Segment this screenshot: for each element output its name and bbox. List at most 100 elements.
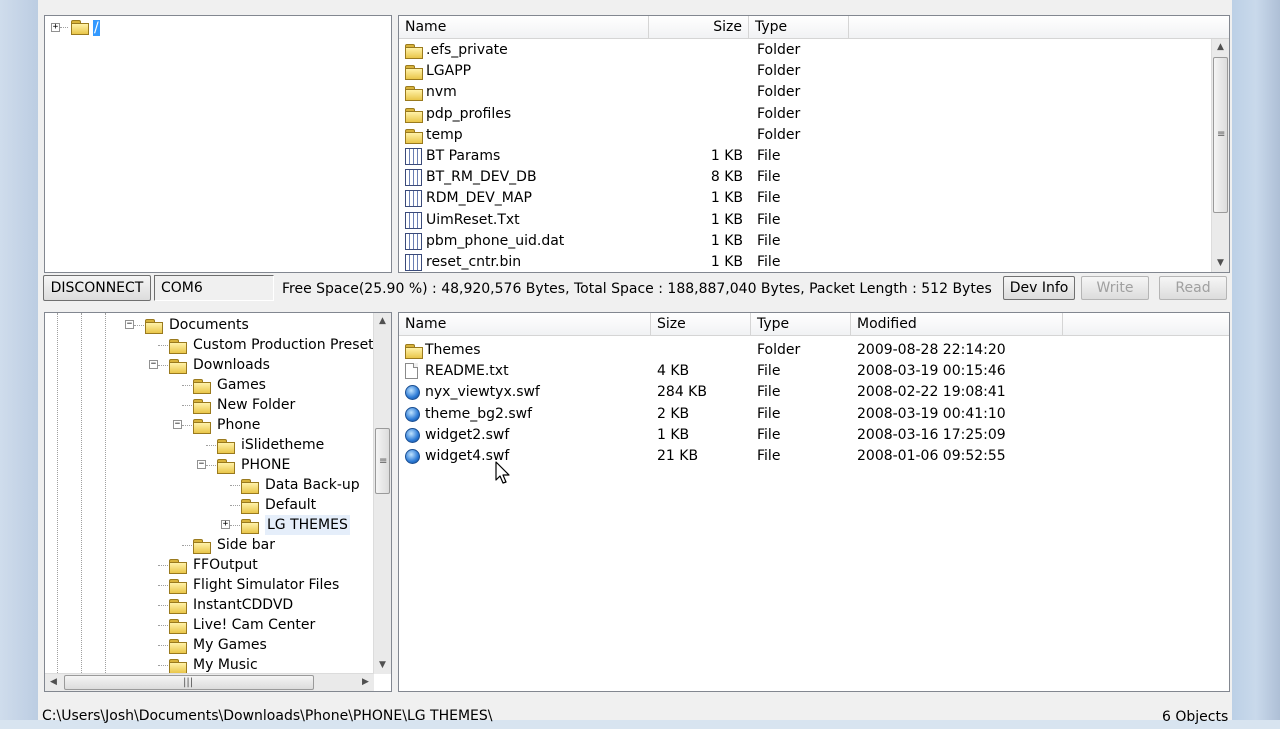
- device-file-list[interactable]: Name Size Type .efs_private Folder LGAPP Fo…: [398, 15, 1230, 273]
- list-item[interactable]: LGAPP Folder: [399, 61, 1209, 82]
- list-item[interactable]: temp Folder: [399, 125, 1209, 146]
- tree-node[interactable]: + LG THEMES: [221, 515, 391, 535]
- scroll-thumb[interactable]: |||: [64, 675, 314, 690]
- tree-node[interactable]: My Games: [149, 635, 391, 655]
- folder-icon: [169, 359, 187, 374]
- list-item[interactable]: UimReset.Txt 1 KB File: [399, 210, 1209, 231]
- collapse-minus-icon[interactable]: −: [125, 320, 134, 329]
- list-item[interactable]: pdp_profiles Folder: [399, 104, 1209, 125]
- folder-icon: [405, 86, 423, 102]
- disconnect-button[interactable]: DISCONNECT: [43, 275, 151, 301]
- file-name: Themes: [425, 342, 481, 358]
- swf-file-icon: [405, 385, 420, 401]
- pc-file-list[interactable]: Name Size Type Modified Themes Folder 2009…: [398, 312, 1230, 692]
- file-type: Folder: [757, 126, 801, 143]
- column-header-modified[interactable]: Modified: [851, 313, 1063, 335]
- list-item[interactable]: README.txt 4 KB File 2008-03-19 00:15:46: [399, 361, 1219, 382]
- device-root-node[interactable]: /: [93, 18, 100, 38]
- list-item[interactable]: RDM_DEV_MAP 1 KB File: [399, 188, 1209, 209]
- tree-node-label: InstantCDDVD: [193, 597, 294, 613]
- file-type: File: [757, 211, 781, 228]
- list-item[interactable]: .efs_private Folder: [399, 40, 1209, 61]
- column-header-size[interactable]: Size: [649, 16, 749, 38]
- folder-icon: [169, 559, 187, 574]
- pc-folder-tree[interactable]: − Documents Custom Production Preset − Downl…: [44, 312, 392, 692]
- file-type: File: [757, 426, 781, 443]
- tree-node[interactable]: Data Back-up: [221, 475, 391, 495]
- dev-info-button[interactable]: Dev Info: [1003, 276, 1075, 300]
- file-type: File: [757, 384, 781, 401]
- scroll-right-arrow-icon[interactable]: ▶: [357, 674, 374, 691]
- list-item[interactable]: nvm Folder: [399, 82, 1209, 103]
- scroll-down-arrow-icon[interactable]: ▼: [374, 657, 391, 674]
- folder-icon: [405, 344, 423, 359]
- list-item[interactable]: pbm_phone_uid.dat 1 KB File: [399, 231, 1209, 252]
- folder-icon: [169, 579, 187, 594]
- tree-node-label: Games: [217, 377, 266, 393]
- tree-node[interactable]: − Phone: [173, 415, 391, 435]
- swf-file-icon: [405, 449, 420, 464]
- column-header-name[interactable]: Name: [399, 313, 651, 335]
- folder-icon: [405, 44, 423, 59]
- tree-node[interactable]: My Music: [149, 655, 391, 675]
- column-header-type[interactable]: Type: [749, 16, 849, 38]
- tree-node[interactable]: − PHONE: [197, 455, 391, 475]
- tree-node[interactable]: Live! Cam Center: [149, 615, 391, 635]
- file-type: File: [757, 169, 781, 186]
- tree-node[interactable]: Side bar: [173, 535, 391, 555]
- file-size: 1 KB: [710, 254, 743, 270]
- device-folder-tree[interactable]: + /: [44, 15, 392, 273]
- list-item[interactable]: nyx_viewtyx.swf 284 KB File 2008-02-22 19:0…: [399, 382, 1219, 403]
- list-item[interactable]: BT_RM_DEV_DB 8 KB File: [399, 167, 1209, 188]
- list-item[interactable]: widget4.swf 21 KB File 2008-01-06 09:52:55: [399, 446, 1219, 467]
- read-button[interactable]: Read: [1159, 276, 1227, 300]
- file-name: nyx_viewtyx.swf: [425, 384, 540, 401]
- device-list-vscrollbar[interactable]: ▲ ≡ ▼: [1211, 39, 1229, 272]
- file-size: 1 KB: [710, 148, 743, 164]
- expand-plus-icon[interactable]: +: [51, 23, 60, 32]
- expand-plus-icon[interactable]: +: [221, 520, 230, 529]
- tree-node[interactable]: FFOutput: [149, 555, 391, 575]
- tree-node[interactable]: − Downloads: [149, 355, 391, 375]
- file-type: Folder: [757, 42, 801, 58]
- file-size: 21 KB: [657, 448, 699, 464]
- write-button[interactable]: Write: [1081, 276, 1149, 300]
- tree-node[interactable]: − Documents: [125, 315, 391, 335]
- scroll-up-arrow-icon[interactable]: ▲: [374, 313, 391, 330]
- collapse-minus-icon[interactable]: −: [173, 420, 182, 429]
- file-type: File: [757, 363, 781, 380]
- file-type: Folder: [757, 84, 801, 101]
- collapse-minus-icon[interactable]: −: [149, 360, 158, 369]
- file-name: widget2.swf: [425, 426, 510, 443]
- tree-node[interactable]: New Folder: [173, 395, 391, 415]
- list-item[interactable]: theme_bg2.swf 2 KB File 2008-03-19 00:41:10: [399, 404, 1219, 425]
- tree-node-label: Downloads: [193, 357, 270, 373]
- column-header-size[interactable]: Size: [651, 313, 751, 335]
- tree-node[interactable]: Flight Simulator Files: [149, 575, 391, 595]
- system-file-icon: [405, 169, 422, 187]
- file-name: theme_bg2.swf: [425, 405, 533, 422]
- scroll-left-arrow-icon[interactable]: ◀: [45, 674, 62, 691]
- list-item[interactable]: reset_cntr.bin 1 KB File: [399, 252, 1209, 272]
- scroll-down-arrow-icon[interactable]: ▼: [1212, 255, 1229, 272]
- scroll-thumb[interactable]: ≡: [1213, 57, 1228, 213]
- pc-tree-vscrollbar[interactable]: ▲ ≡ ▼: [373, 313, 391, 674]
- folder-icon: [193, 419, 211, 434]
- file-size: 1 KB: [710, 190, 743, 207]
- tree-node[interactable]: Games: [173, 375, 391, 395]
- column-header-name[interactable]: Name: [399, 16, 649, 38]
- scroll-up-arrow-icon[interactable]: ▲: [1212, 39, 1229, 56]
- list-item[interactable]: BT Params 1 KB File: [399, 146, 1209, 167]
- tree-node[interactable]: InstantCDDVD: [149, 595, 391, 615]
- list-item[interactable]: widget2.swf 1 KB File 2008-03-16 17:25:09: [399, 425, 1219, 446]
- list-item[interactable]: Themes Folder 2009-08-28 22:14:20: [399, 340, 1219, 361]
- tree-node[interactable]: Custom Production Preset: [149, 335, 391, 355]
- pc-tree-hscrollbar[interactable]: ◀ ||| ▶: [45, 673, 374, 691]
- scroll-thumb[interactable]: ≡: [375, 428, 390, 494]
- column-header-type[interactable]: Type: [751, 313, 851, 335]
- file-type: File: [757, 448, 781, 464]
- tree-node[interactable]: iSlidetheme: [197, 435, 391, 455]
- tree-node-label: Data Back-up: [265, 477, 360, 493]
- collapse-minus-icon[interactable]: −: [197, 460, 206, 469]
- tree-node[interactable]: Default: [221, 495, 391, 515]
